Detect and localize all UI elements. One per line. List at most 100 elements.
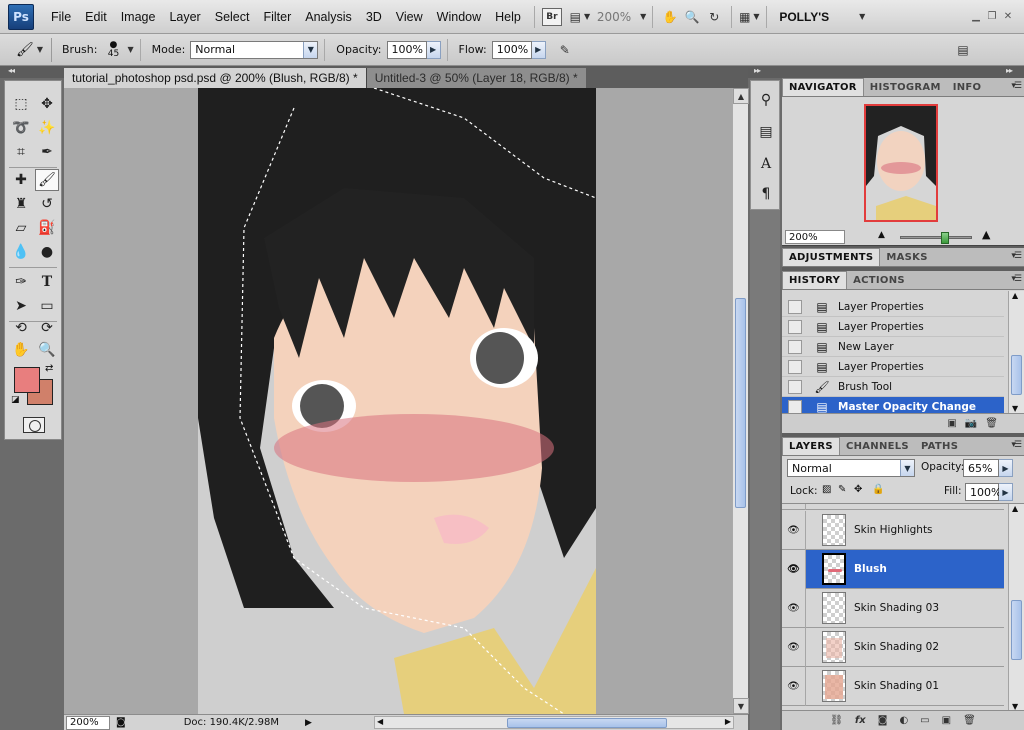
eyedropper-tool[interactable]: ✒ — [35, 141, 59, 163]
history-scroll-thumb[interactable] — [1011, 355, 1022, 395]
close-icon[interactable]: ✕ — [1000, 9, 1016, 25]
tab-history[interactable]: HISTORY — [782, 271, 848, 289]
status-menu-arrow-icon[interactable]: ▶ — [305, 718, 312, 728]
menu-layer[interactable]: Layer — [162, 10, 207, 24]
layers-scroll-thumb[interactable] — [1011, 600, 1022, 660]
quick-mask-button[interactable] — [23, 417, 45, 433]
navigator-zoom-slider[interactable] — [900, 232, 972, 244]
zoom-in-icon[interactable]: ▲ — [982, 228, 990, 241]
menu-image[interactable]: Image — [114, 10, 163, 24]
restore-icon[interactable]: ❐ — [984, 9, 1000, 25]
tab-navigator[interactable]: NAVIGATOR — [782, 78, 864, 96]
arrange-documents-button[interactable]: ▦ ▼ — [738, 6, 760, 28]
status-zoom-field[interactable]: 200% — [66, 715, 110, 730]
history-item[interactable]: ▤ Layer Properties — [782, 297, 1004, 317]
vertical-scroll-thumb[interactable] — [735, 298, 746, 508]
menu-edit[interactable]: Edit — [78, 10, 114, 24]
path-selection-tool[interactable]: ➤ — [9, 295, 33, 317]
zoom-slider-knob[interactable] — [941, 232, 949, 244]
magic-wand-tool[interactable]: ✨ — [35, 117, 59, 139]
brush-chevron-down-icon[interactable]: ▼ — [127, 45, 133, 54]
screen-mode-button[interactable]: ▤ ▼ — [569, 6, 591, 28]
layer-row-skin-shading-01[interactable]: 👁 Skin Shading 01 — [782, 666, 1004, 706]
rotate-view-button[interactable]: ↻ — [703, 6, 725, 28]
tab-adjustments[interactable]: ADJUSTMENTS — [782, 248, 881, 266]
panel-toggle-button[interactable]: ▤ — [952, 39, 974, 61]
scroll-left-icon[interactable]: ◀ — [377, 717, 383, 726]
tool-preset-picker[interactable]: 🖌 ▼ — [8, 37, 52, 62]
status-info-icon[interactable]: ◙ — [116, 717, 126, 728]
history-scrollbar[interactable]: ▲ ▼ — [1008, 291, 1024, 413]
blend-mode-select[interactable]: Normal ▼ — [787, 459, 915, 477]
dodge-tool[interactable]: ● — [35, 241, 59, 263]
history-item[interactable]: ▤ New Layer — [782, 337, 1004, 357]
type-tool[interactable]: T — [35, 271, 59, 293]
add-mask-icon[interactable]: ◙ — [878, 715, 888, 726]
lock-pixels-icon[interactable]: ✎ — [838, 484, 846, 495]
fill-arrow-icon[interactable]: ▶ — [999, 483, 1013, 501]
trash-icon[interactable]: 🗑 — [963, 715, 976, 726]
layer-row-blush[interactable]: 👁 Blush — [782, 549, 1004, 589]
opacity-field[interactable]: 100% — [386, 40, 427, 59]
brush-tool[interactable]: 🖌 — [35, 169, 59, 191]
paragraph-panel-icon[interactable]: ¶ — [755, 183, 777, 205]
eye-icon[interactable]: 👁 — [782, 588, 806, 628]
paint-bucket-tool[interactable]: ⛽ — [35, 217, 59, 239]
panel-menu-icon[interactable]: ▾☰ — [1011, 81, 1022, 91]
artwork-canvas[interactable] — [64, 88, 732, 714]
zoom-tool[interactable]: 🔍 — [35, 339, 59, 361]
eye-icon[interactable]: 👁 — [782, 549, 806, 589]
adjustment-layer-icon[interactable]: ◐ — [899, 715, 908, 726]
link-layers-icon[interactable]: ⛓ — [830, 715, 843, 726]
brushes-panel-icon[interactable]: ▤ — [755, 121, 777, 143]
history-snapshot-checkbox[interactable] — [788, 399, 802, 414]
vertical-scrollbar[interactable]: ▲ ▼ — [732, 88, 749, 714]
layer-opacity-field[interactable]: 65% — [963, 459, 999, 477]
healing-brush-tool[interactable]: ✚ — [9, 169, 33, 191]
menu-help[interactable]: Help — [488, 10, 528, 24]
mode-select[interactable]: Normal ▼ — [190, 40, 319, 59]
zoom-chevron-down-icon[interactable]: ▼ — [640, 12, 646, 21]
brush-picker[interactable]: ● 45 — [102, 40, 124, 59]
collapse-panels-icon[interactable]: ▸▸ — [1006, 66, 1013, 75]
layer-visibility[interactable] — [782, 504, 806, 510]
lasso-tool[interactable]: ➰ — [9, 117, 33, 139]
history-snapshot-checkbox[interactable] — [788, 339, 802, 354]
history-item[interactable]: ▤ Layer Properties — [782, 317, 1004, 337]
eye-icon[interactable]: 👁 — [782, 627, 806, 667]
history-item[interactable]: ▤ Layer Properties — [782, 357, 1004, 377]
tab-masks[interactable]: MASKS — [880, 248, 933, 266]
eye-icon[interactable]: 👁 — [782, 510, 806, 550]
minimize-icon[interactable]: ▁ — [968, 9, 984, 25]
history-brush-tool[interactable]: ↺ — [35, 193, 59, 215]
tab-histogram[interactable]: HISTOGRAM — [864, 78, 947, 96]
clone-stamp-tool[interactable]: ♜ — [9, 193, 33, 215]
history-item[interactable]: 🖌 Brush Tool — [782, 377, 1004, 397]
default-colors-icon[interactable]: ◪ — [11, 395, 20, 405]
clone-source-icon[interactable]: ⚲ — [755, 89, 777, 111]
tab-actions[interactable]: ACTIONS — [847, 271, 911, 289]
layers-scrollbar[interactable]: ▲ ▼ — [1008, 504, 1024, 710]
scroll-down-icon[interactable]: ▼ — [1012, 404, 1018, 413]
canvas-viewport[interactable] — [64, 88, 732, 714]
menu-analysis[interactable]: Analysis — [298, 10, 359, 24]
lock-transparency-icon[interactable]: ▨ — [822, 484, 831, 495]
flow-arrow-icon[interactable]: ▶ — [531, 40, 546, 59]
eye-icon[interactable]: 👁 — [782, 666, 806, 706]
tab-channels[interactable]: CHANNELS — [840, 437, 915, 455]
move-tool[interactable]: ✥ — [35, 93, 59, 115]
layer-row[interactable] — [782, 504, 1004, 510]
menu-file[interactable]: File — [44, 10, 78, 24]
eraser-tool[interactable]: ▱ — [9, 217, 33, 239]
bridge-button[interactable]: Br — [541, 6, 563, 28]
hand-tool[interactable]: ✋ — [9, 339, 33, 361]
tab-layers[interactable]: LAYERS — [782, 437, 840, 455]
3d-rotate-tool[interactable]: ⟲ — [9, 317, 33, 339]
scroll-up-icon[interactable]: ▲ — [1012, 291, 1018, 300]
shape-tool[interactable]: ▭ — [35, 295, 59, 317]
character-panel-icon[interactable]: A — [755, 153, 777, 175]
foreground-color-swatch[interactable] — [14, 367, 40, 393]
menu-3d[interactable]: 3D — [359, 10, 389, 24]
panel-menu-icon[interactable]: ▾☰ — [1011, 274, 1022, 284]
horizontal-scroll-thumb[interactable] — [507, 718, 667, 728]
